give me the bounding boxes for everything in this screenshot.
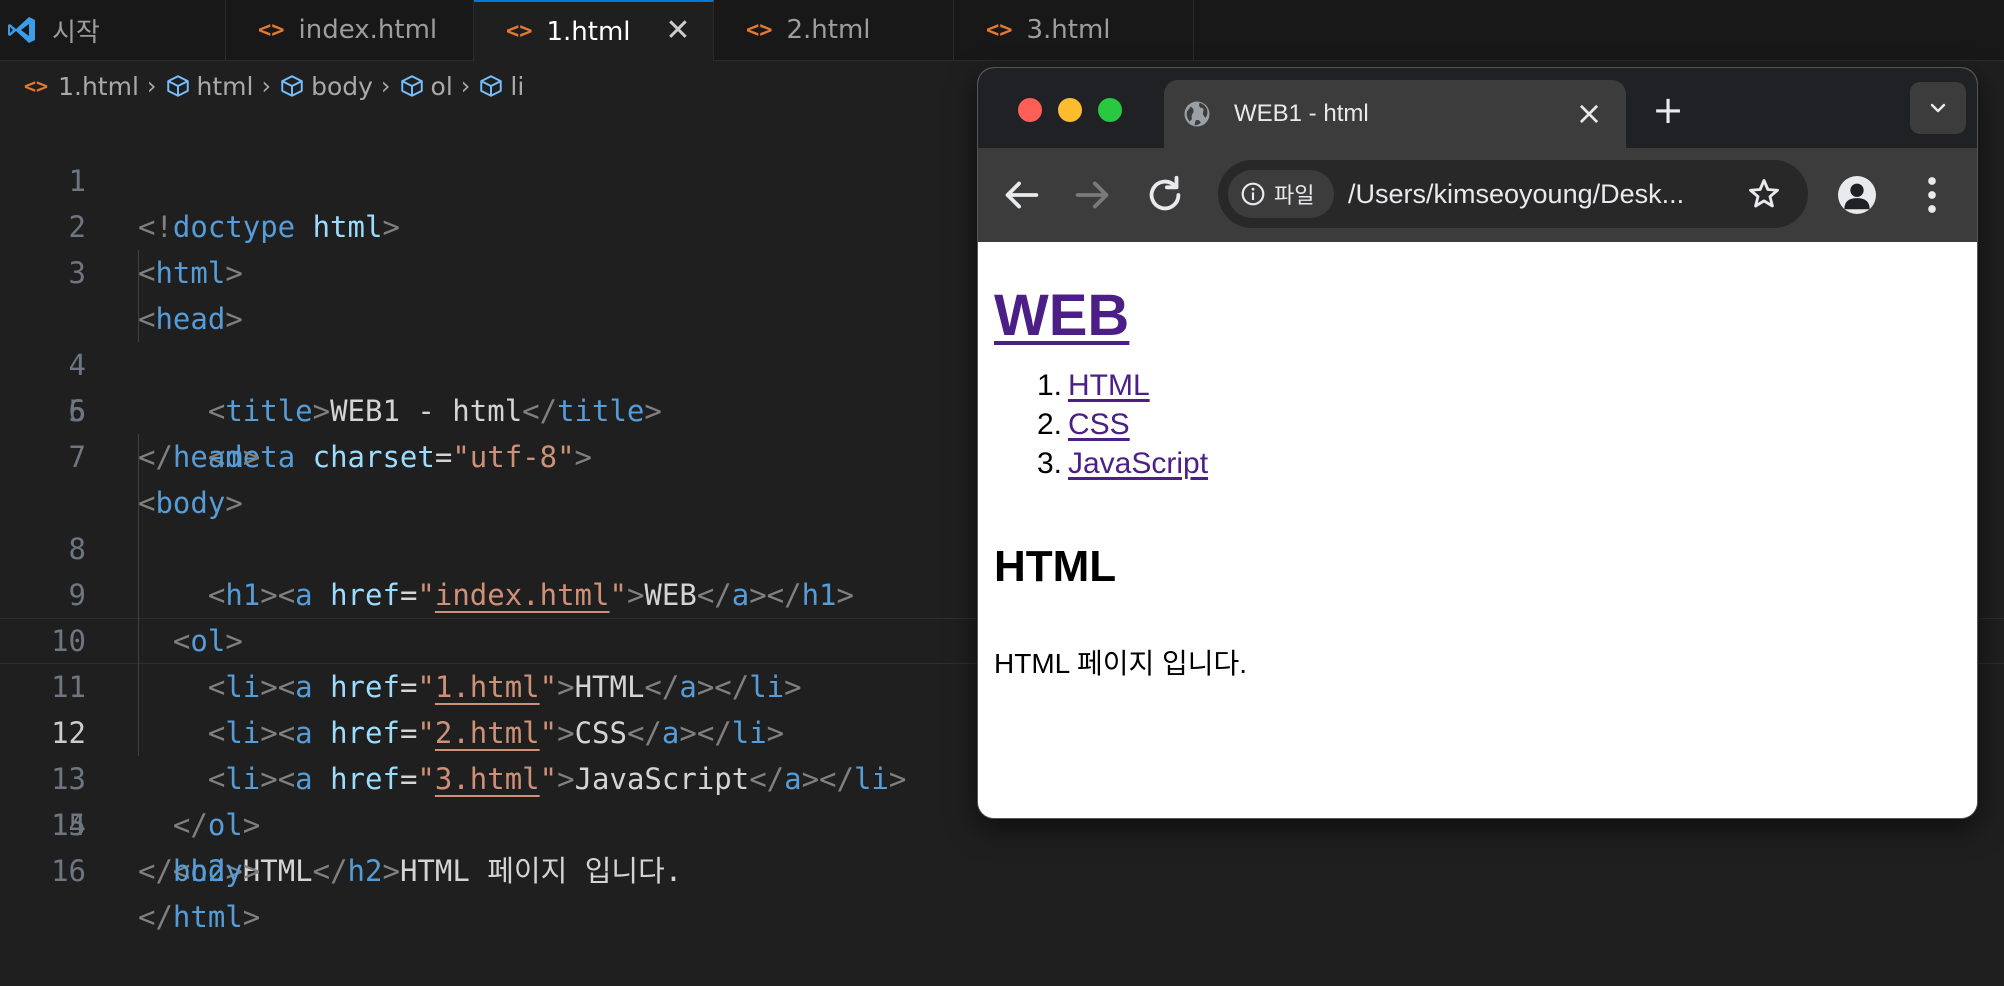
indent-guide [138, 526, 139, 572]
list-number: 2. [1036, 408, 1062, 441]
window-zoom-button[interactable] [1098, 98, 1122, 122]
tab-label: 시작 [52, 17, 100, 48]
indent-guide [138, 618, 139, 664]
indent-guide [138, 480, 139, 526]
browser-tab[interactable]: WEB1 - html × [1164, 80, 1626, 148]
breadcrumb-label: 1.html [58, 71, 139, 101]
window-close-button[interactable] [1018, 98, 1042, 122]
tab-2-html[interactable]: <> 2.html [714, 0, 954, 60]
html-file-icon: <> [24, 74, 49, 98]
site-info-chip[interactable]: 파일 [1228, 170, 1334, 218]
chevron-down-icon [1930, 103, 1946, 113]
breadcrumb-label: html [196, 71, 254, 101]
profile-avatar-icon[interactable] [1838, 176, 1876, 214]
tab-3-html[interactable]: <> 3.html [954, 0, 1194, 60]
vscode-icon [8, 17, 35, 43]
tab-welcome[interactable]: 시작 [0, 0, 226, 60]
symbol-field-icon [400, 75, 423, 97]
line-code: </html> [138, 900, 261, 934]
tab-index-html[interactable]: <> index.html [226, 0, 474, 60]
new-tab-button[interactable]: + [1646, 88, 1690, 132]
back-arrow-icon[interactable] [998, 172, 1044, 218]
breadcrumb-ol[interactable]: ol [399, 72, 453, 101]
chevron-right-icon: › [380, 72, 391, 100]
symbol-field-icon [281, 75, 303, 97]
symbol-field-icon [480, 75, 503, 97]
breadcrumb: <> 1.html › html › body › ol › li [24, 68, 524, 104]
info-icon [1241, 182, 1265, 206]
browser-toolbar: 파일 /Users/kimseoyoung/Desk... [978, 148, 1977, 242]
breadcrumb-label: ol [430, 71, 453, 101]
close-icon[interactable]: ✕ [661, 14, 695, 48]
page-heading: WEB [994, 282, 1129, 349]
site-info-label: 파일 [1274, 184, 1315, 209]
editor-tab-bar: 시작 <> index.html <> 1.html ✕ <> 2.html <… [0, 0, 2004, 61]
chevron-right-icon: › [261, 72, 272, 100]
window-minimize-button[interactable] [1058, 98, 1082, 122]
tab-search-button[interactable] [1910, 82, 1966, 134]
html-file-icon: <> [746, 17, 773, 43]
chevron-right-icon: › [460, 72, 471, 100]
globe-icon [1184, 101, 1210, 127]
breadcrumb-body[interactable]: body [279, 72, 373, 101]
person-icon [1844, 183, 1870, 210]
indent-guide [138, 710, 139, 756]
list-number: 1. [1036, 369, 1062, 402]
line-number: 16 [51, 854, 86, 888]
section-heading: HTML [994, 542, 1117, 591]
bookmark-star-icon[interactable] [1746, 176, 1782, 212]
tab-label: 1.html [546, 16, 631, 47]
reload-icon[interactable] [1142, 172, 1188, 218]
html-link[interactable]: HTML [1068, 369, 1150, 402]
breadcrumb-li[interactable]: li [478, 72, 524, 101]
browser-window: WEB1 - html × + 파일 /Users/kimseoyoung/De… [978, 68, 1977, 818]
symbol-field-icon [166, 75, 189, 97]
indent-guide [138, 250, 139, 296]
css-link[interactable]: CSS [1068, 408, 1130, 441]
web-home-link[interactable]: WEB [994, 283, 1129, 348]
address-text: /Users/kimseoyoung/Desk... [1348, 179, 1685, 209]
indent-guide [138, 664, 139, 710]
html-file-icon: <> [986, 17, 1013, 43]
html-file-icon: <> [506, 19, 533, 44]
breadcrumb-label: li [510, 71, 525, 101]
indent-guide [138, 296, 139, 342]
indent-guide [138, 572, 139, 618]
address-bar[interactable]: 파일 /Users/kimseoyoung/Desk... [1218, 160, 1808, 228]
breadcrumb-html[interactable]: html [165, 71, 254, 101]
html-file-icon: <> [258, 17, 285, 43]
more-vertical-icon[interactable] [1922, 174, 1942, 216]
list-item: 1. HTML [994, 366, 1208, 405]
close-icon[interactable]: × [1572, 96, 1606, 130]
web-page-content: WEB 1. HTML 2. CSS 3. JavaScript HTML HTML … [978, 242, 1977, 818]
list-item: 3. JavaScript [994, 444, 1208, 483]
javascript-link[interactable]: JavaScript [1068, 447, 1208, 480]
topic-list: 1. HTML 2. CSS 3. JavaScript [994, 366, 1208, 483]
browser-tab-strip: WEB1 - html × + [978, 68, 1977, 148]
breadcrumb-file[interactable]: <> 1.html [24, 72, 139, 101]
indent-guide [138, 434, 139, 480]
tab-label: index.html [298, 15, 438, 45]
browser-tab-title: WEB1 - html [1234, 100, 1369, 127]
list-number: 3. [1036, 447, 1062, 480]
page-paragraph: HTML 페이지 입니다. [994, 648, 1248, 679]
chevron-right-icon: › [146, 72, 157, 100]
list-item: 2. CSS [994, 405, 1208, 444]
line-code: </body> [138, 854, 261, 888]
tab-label: 2.html [786, 15, 871, 45]
tab-1-html[interactable]: <> 1.html ✕ [474, 0, 714, 61]
forward-arrow-icon[interactable] [1070, 172, 1116, 218]
breadcrumb-label: body [311, 71, 373, 101]
tab-label: 3.html [1026, 15, 1111, 45]
